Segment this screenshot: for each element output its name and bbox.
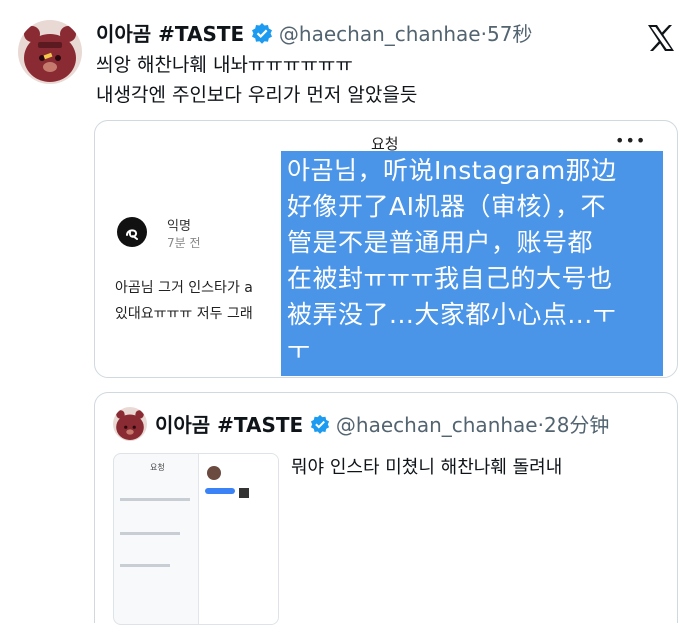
thumb-follow-button [205,488,235,494]
x-logo-icon[interactable] [646,24,676,52]
more-options-icon[interactable]: ••• [615,131,646,150]
quoted-handle[interactable]: @haechan_chanhae [336,413,538,437]
quoted-timestamp[interactable]: ·28分钟 [538,413,610,437]
anon-avatar [117,217,147,247]
quoted-tweet-text: 뭐야 인스타 미쳤니 해찬나훼 돌려내 [291,457,563,478]
tweet-text-line-2: 내생각엔 주인보다 우리가 먼저 알았을듯 [96,84,418,106]
overlay-line-3: 管是不是普通用户，账号都 [287,228,594,257]
thumb-line [120,498,190,501]
avatar[interactable] [18,20,82,84]
thumb-title: 요청 [150,463,165,472]
message-line-2: 있대요ㅠㅠㅠ 저두 그래 [115,306,253,322]
quoted-avatar[interactable] [113,407,147,441]
anon-name: 익명 [167,219,191,234]
tweet-header: 이아곰 #TASTE @haechan_chanhae·57秒 [96,18,532,48]
translation-overlay: 아곰님，听说Instagram那边 好像开了AI机器（审核），不 管是不是普通用… [281,151,663,376]
thumb-avatar [207,466,221,480]
quoted-thumbnail[interactable]: 요청 [113,453,279,625]
overlay-line-5: 被弄没了...大家都小心点...ㅜ [287,300,617,329]
anon-time: 7분 전 [167,236,201,250]
thumb-line [120,564,170,567]
tweet-text-line-1: 씌앙 해찬나훼 내놔ㅠㅠㅠㅠㅠㅠ [96,54,353,76]
overlay-line-6: ㅜ [287,336,311,365]
thumb-line [120,532,180,535]
quoted-verified-badge-icon [310,414,330,439]
overlay-line-1: 아곰님，听说Instagram那边 [287,156,617,185]
display-name[interactable]: 이아곰 #TASTE [96,22,244,46]
message-line-1: 아곰님 그거 인스타가 a [115,280,253,296]
quoted-display-name[interactable]: 이아곰 #TASTE [155,413,303,437]
thumb-qr [239,488,249,498]
verified-badge-icon [251,22,273,49]
handle[interactable]: @haechan_chanhae [279,22,481,46]
overlay-line-4: 在被封ㅠㅠㅠ我自己的大号也 [287,264,613,293]
overlay-line-2: 好像开了AI机器（审核），不 [287,192,606,221]
quoted-tweet-card[interactable]: 이아곰 #TASTE @haechan_chanhae·28分钟 요청 뭐야 인… [94,392,678,625]
quoted-header: 이아곰 #TASTE @haechan_chanhae·28分钟 [155,409,609,439]
thumb-panel [198,454,278,624]
timestamp[interactable]: ·57秒 [481,22,533,46]
